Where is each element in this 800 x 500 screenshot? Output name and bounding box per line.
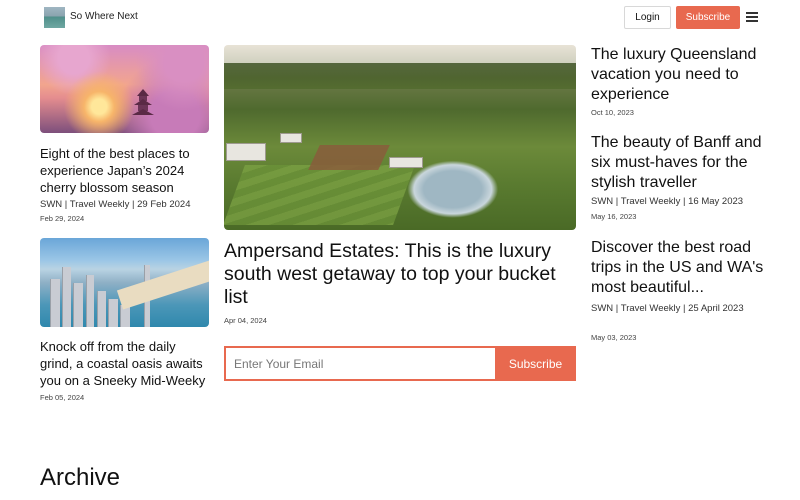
- card-meta: SWN | Travel Weekly | 29 Feb 2024: [40, 199, 191, 210]
- article-title[interactable]: Discover the best road trips in the US a…: [591, 238, 771, 298]
- hamburger-menu-icon[interactable]: [746, 12, 758, 22]
- feature-date: Apr 04, 2024: [224, 316, 267, 325]
- article-title[interactable]: The luxury Queensland vacation you need …: [591, 45, 771, 105]
- article-date: May 16, 2023: [591, 212, 637, 221]
- card-date: Feb 29, 2024: [40, 214, 85, 223]
- feature-image[interactable]: [224, 45, 576, 230]
- subscribe-button[interactable]: Subscribe: [676, 6, 740, 29]
- feature-title[interactable]: Ampersand Estates: This is the luxury so…: [224, 240, 576, 309]
- cherry-blossom-image[interactable]: [40, 45, 209, 133]
- article-date: May 03, 2023: [591, 333, 637, 342]
- article-title[interactable]: The beauty of Banff and six must-haves f…: [591, 133, 771, 193]
- article-date: Oct 10, 2023: [591, 108, 634, 117]
- article-meta: SWN | Travel Weekly | 16 May 2023: [591, 196, 744, 207]
- card-date: Feb 05, 2024: [40, 393, 85, 402]
- archive-heading: Archive: [40, 464, 121, 491]
- card-title[interactable]: Eight of the best places to experience J…: [40, 145, 210, 196]
- card-title[interactable]: Knock off from the daily grind, a coasta…: [40, 338, 210, 389]
- coastal-city-image[interactable]: [40, 238, 209, 327]
- article-meta: SWN | Travel Weekly | 25 April 2023: [591, 303, 744, 314]
- login-button[interactable]: Login: [624, 6, 671, 29]
- site-name[interactable]: So Where Next: [70, 11, 138, 22]
- site-header: So Where Next Login Subscribe: [0, 0, 800, 36]
- newsletter-subscribe-button[interactable]: Subscribe: [495, 346, 576, 381]
- site-logo[interactable]: [44, 7, 65, 28]
- pagoda-silhouette: [132, 89, 154, 115]
- email-input[interactable]: Enter Your Email: [224, 346, 495, 381]
